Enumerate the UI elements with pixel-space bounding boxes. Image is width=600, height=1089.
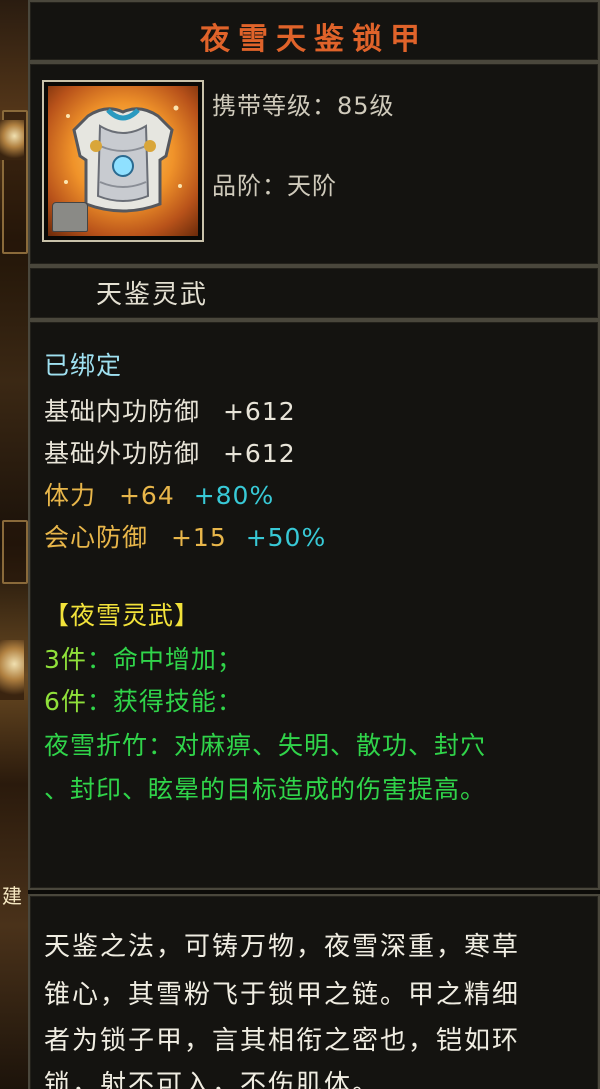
- set-skill-desc-line2: 、封印、眩晕的目标造成的伤害提高。: [44, 775, 487, 804]
- piece-count: 3件: [44, 645, 87, 674]
- set-bonus-name: 【夜雪灵武】: [44, 601, 201, 630]
- item-header-panel: 携带等级：85级 品阶：天阶: [28, 62, 600, 266]
- set-bonus-3piece: 3件：命中增加；: [44, 640, 243, 676]
- lore-panel: 天鉴之法，可铸万物，夜雪深重，寒草 锥心，其雪粉飞于锁甲之链。甲之精细 者为锁子…: [28, 894, 600, 1089]
- scene-glyph: 建: [2, 884, 22, 908]
- set-skill-desc-line1: 夜雪折竹：对麻痹、失明、散功、封穴: [44, 731, 487, 760]
- bound-status: 已绑定: [44, 351, 123, 380]
- stat-label: 基础外功防御: [44, 439, 201, 468]
- armor-icon: [48, 86, 198, 236]
- stat-percent-bonus: +80%: [193, 481, 275, 510]
- set-title-panel: 天鉴灵武: [28, 266, 600, 320]
- stat-label: 会心防御: [44, 523, 149, 552]
- stat-label: 基础内功防御: [44, 397, 201, 426]
- carry-level: 携带等级：85级: [212, 92, 395, 120]
- stat-value: +15: [170, 523, 227, 552]
- item-icon: [42, 80, 204, 242]
- set-bonus-6piece: 6件：获得技能：: [44, 682, 243, 718]
- scene-ornament: [0, 120, 24, 160]
- scene-frame: [2, 520, 28, 584]
- stat-value: +612: [222, 439, 296, 468]
- lore-line: 锥心，其雪粉飞于锁甲之链。甲之精细: [44, 980, 521, 1010]
- piece-effect: ：获得技能：: [86, 687, 243, 716]
- item-tooltip-page: 建 夜雪天鉴锁甲 携带等级：85级 品阶：天阶 天鉴灵武 已绑定 基础内功防御 …: [0, 0, 600, 1089]
- item-name: 夜雪天鉴锁甲: [200, 22, 428, 57]
- stats-panel: 已绑定 基础内功防御 +612 基础外功防御 +612 体力 +64 +80% …: [28, 320, 600, 890]
- set-title: 天鉴灵武: [96, 280, 209, 310]
- scene-ornament: [0, 640, 24, 700]
- lore-line: 天鉴之法，可铸万物，夜雪深重，寒草: [44, 932, 521, 962]
- stat-percent-bonus: +50%: [245, 523, 327, 552]
- title-panel: 夜雪天鉴锁甲: [28, 0, 600, 62]
- bound-lock-icon: [52, 202, 88, 232]
- stat-crit-defense: 会心防御 +15 +50%: [44, 518, 326, 554]
- stat-base-outer-defense: 基础外功防御 +612: [44, 434, 296, 470]
- piece-effect: ：命中增加；: [86, 645, 243, 674]
- stat-stamina: 体力 +64 +80%: [44, 476, 274, 512]
- stat-label: 体力: [44, 481, 97, 510]
- stat-base-inner-defense: 基础内功防御 +612: [44, 392, 296, 428]
- stat-value: +612: [222, 397, 296, 426]
- lore-line: 者为锁子甲，言其相衔之密也，铠如环: [44, 1026, 521, 1056]
- stat-value: +64: [118, 481, 175, 510]
- item-grade: 品阶：天阶: [212, 172, 337, 200]
- background-game-scene: 建: [0, 0, 28, 1089]
- lore-line: 锁，射不可入，不伤肌体。: [44, 1070, 381, 1089]
- piece-count: 6件: [44, 687, 87, 716]
